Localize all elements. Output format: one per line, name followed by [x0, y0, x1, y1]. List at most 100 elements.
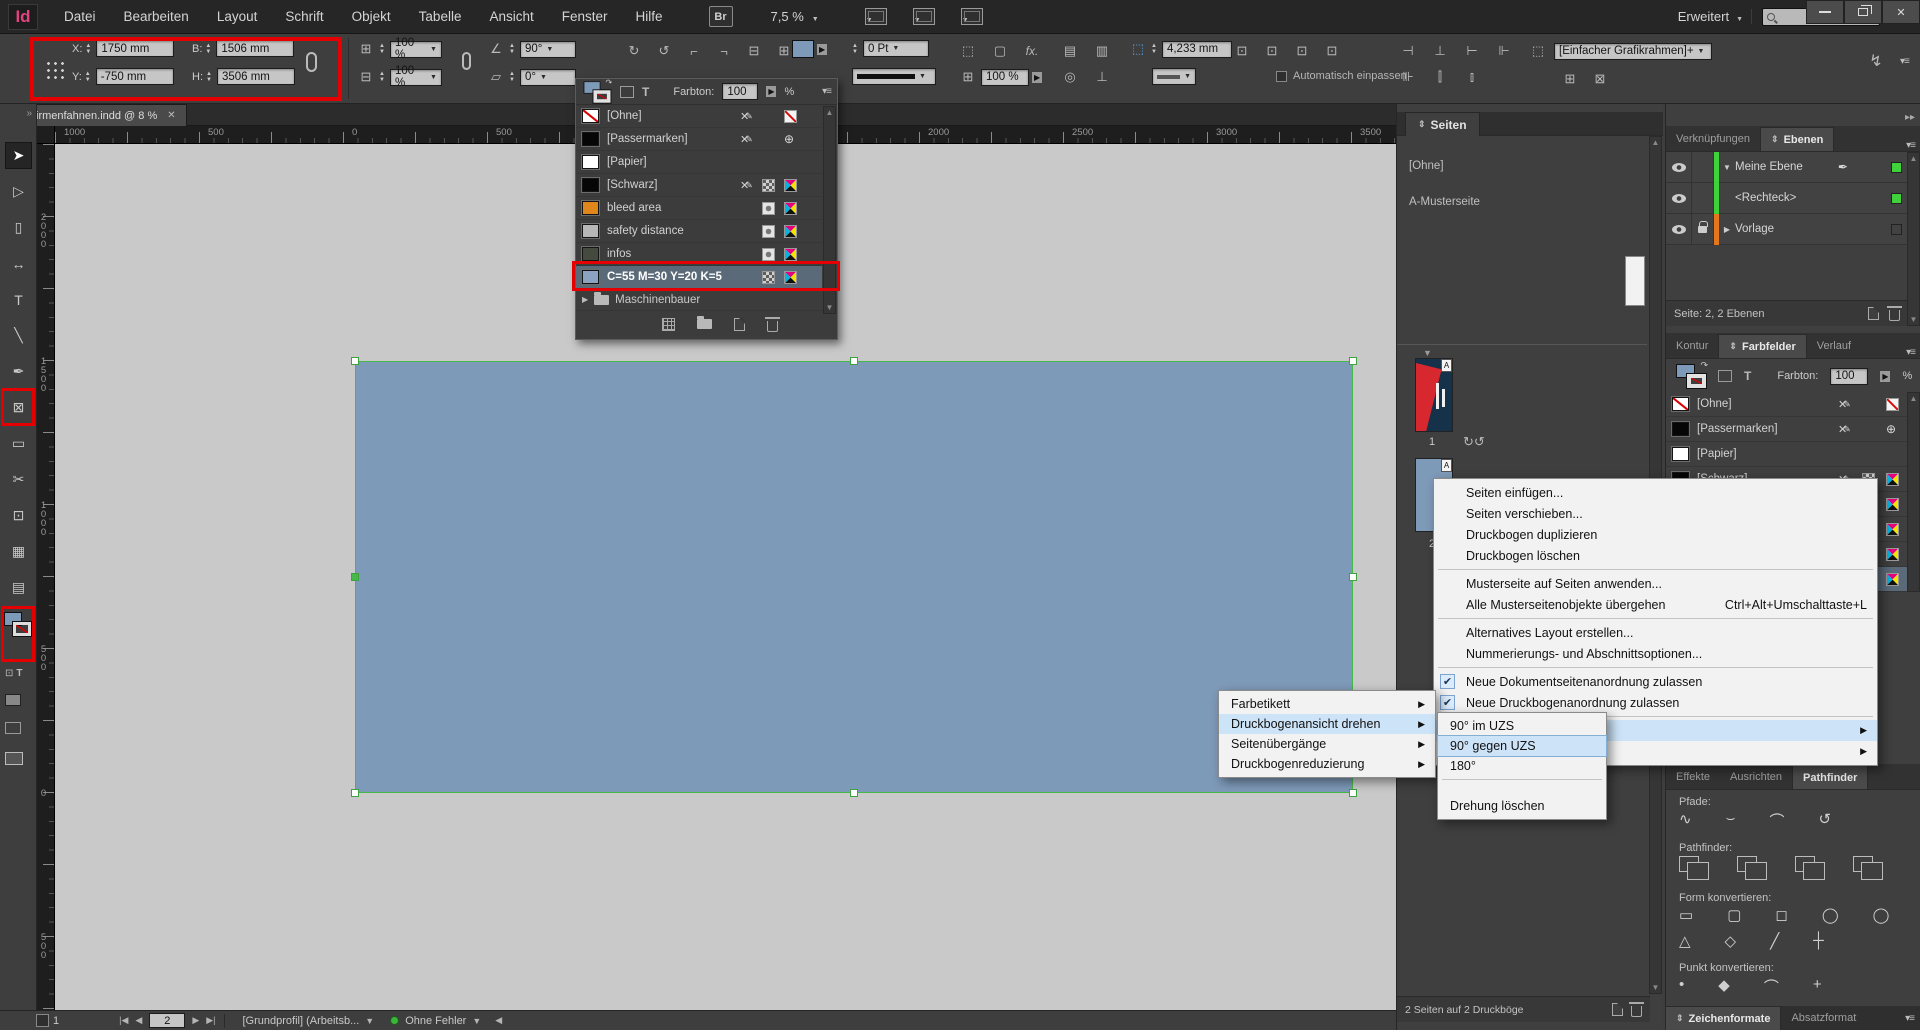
tab-zeichenformate[interactable]: ⇕ Zeichenformate [1665, 1006, 1781, 1030]
scroll-left-icon[interactable]: ◀ [495, 1015, 502, 1026]
scale-x-field[interactable]: 100 % [390, 41, 442, 58]
last-page-button[interactable]: ▶| [206, 1015, 215, 1026]
subtract-shapes-icon[interactable] [1737, 856, 1757, 872]
constrain-proportions-icon[interactable] [306, 52, 317, 72]
formatting-affects-text-icon[interactable]: T [642, 85, 649, 99]
tab-farbfelder[interactable]: ⇕ Farbfelder [1718, 334, 1806, 358]
scroll-up-icon[interactable]: ▲ [824, 108, 835, 117]
corner-shape-dropdown[interactable] [1152, 68, 1196, 85]
tint-arrow-icon[interactable]: ▶ [1880, 371, 1890, 382]
free-transform-tool[interactable]: ⊡ [5, 502, 32, 529]
width-stepper[interactable] [205, 43, 211, 55]
page-tool[interactable]: ▯ [5, 214, 32, 241]
rotation-stepper[interactable] [509, 43, 515, 55]
menu-item[interactable]: 90° im UZS [1438, 716, 1606, 736]
preflight-status-dropdown[interactable]: Ohne Fehler ▼ [390, 1015, 481, 1027]
constrain-scale-icon[interactable] [462, 52, 471, 70]
menu-item[interactable]: Drehung löschen [1438, 796, 1606, 816]
zoom-level-dropdown[interactable]: 7,5 % [771, 9, 819, 24]
text-frame-options-icon[interactable]: ▥ [1092, 42, 1112, 60]
menu-item[interactable]: Farbetikett ▶ [1219, 694, 1435, 714]
quick-apply-icon[interactable]: ↯ [1866, 52, 1886, 70]
gradient-tool[interactable]: ▦ [5, 538, 32, 565]
autofit-checkbox[interactable] [1276, 71, 1287, 82]
tab-absatzformate[interactable]: Absatzformat [1781, 1006, 1866, 1030]
rotation-field[interactable]: 90° [520, 41, 576, 58]
flip-vertical-icon[interactable]: ¬ [714, 42, 734, 60]
selection-handle[interactable] [1349, 357, 1357, 365]
layer-selection-square[interactable] [1891, 224, 1902, 235]
drop-shadow-icon[interactable]: ▢ [990, 42, 1010, 60]
height-field[interactable]: 3506 mm [217, 68, 295, 85]
shear-field[interactable]: 0° [520, 69, 576, 86]
page-number-field[interactable]: 2 [149, 1013, 185, 1028]
selection-handle[interactable] [351, 789, 359, 797]
swap-fill-stroke-icon[interactable]: ↷ [1700, 360, 1708, 371]
stroke-proxy[interactable] [1687, 374, 1706, 388]
new-swatch-icon[interactable] [734, 318, 745, 331]
swap-fill-stroke-icon[interactable]: ↷ [606, 77, 613, 87]
twirl-icon[interactable]: ▶ [1719, 225, 1735, 234]
menu-item[interactable]: ✔ Neue Dokumentseitenanordnung zulassen … [1434, 671, 1877, 692]
first-page-button[interactable]: |◀ [119, 1015, 128, 1026]
stroke-weight-field[interactable]: 0 Pt [863, 40, 929, 57]
shear-stepper[interactable] [509, 71, 515, 83]
convert-ellipse-icon[interactable]: ◯ [1873, 906, 1890, 924]
y-stepper[interactable] [85, 71, 91, 83]
layer-row[interactable]: ▶ Vorlage ✒ [1666, 214, 1908, 245]
delete-layer-icon[interactable] [1889, 310, 1900, 321]
menu-item[interactable]: 180° [1438, 756, 1606, 776]
close-button[interactable]: ✕ [1882, 0, 1920, 24]
formatting-affects-text-icon[interactable]: T [1744, 369, 1751, 383]
next-page-button[interactable]: ▶ [192, 1015, 199, 1026]
tab-verlauf[interactable]: Verlauf [1807, 334, 1861, 358]
select-content-icon[interactable]: ⊞ [774, 42, 794, 60]
wrap-bounding-icon[interactable]: ⊥ [1092, 68, 1112, 86]
menu-item[interactable]: Schrift [273, 2, 335, 31]
menu-item[interactable]: ✔ Alle Musterseitenobjekte übergehen Ctr… [1434, 594, 1877, 615]
preflight-profile-dropdown[interactable]: [Grundprofil] (Arbeitsb... ▼ [243, 1015, 375, 1027]
fill-stroke-indicator[interactable]: ↷ [584, 81, 611, 103]
line-tool[interactable]: ╲ [5, 322, 32, 349]
space-horizontal-icon[interactable]: ⊪ [1398, 68, 1418, 86]
toolbar-fill-stroke-control[interactable] [4, 612, 34, 658]
menu-item[interactable]: Datei [52, 2, 108, 31]
convert-triangle-icon[interactable]: △ [1679, 932, 1691, 950]
layer-name[interactable]: Vorlage [1735, 223, 1774, 235]
tab-verknuepfungen[interactable]: Verknüpfungen [1666, 127, 1760, 151]
ruler-origin-corner[interactable] [37, 126, 55, 144]
pen-tool[interactable]: ✒ [5, 358, 32, 385]
tab-pathfinder[interactable]: Pathfinder [1792, 765, 1868, 789]
twirl-icon[interactable]: ▼ [1719, 163, 1735, 172]
opacity-field[interactable]: 100 % [981, 69, 1029, 86]
menu-item[interactable]: Ansicht [477, 2, 545, 31]
swatch-folder-row[interactable]: ▶ Maschinenbauer [576, 289, 837, 311]
corner-point-icon[interactable]: ◆ [1718, 976, 1730, 997]
menu-item[interactable]: Bearbeiten [112, 2, 201, 31]
layer-name[interactable]: <Rechteck> [1735, 192, 1796, 204]
formatting-affects-container-icon[interactable] [620, 86, 634, 98]
paragraph-composer-icon[interactable]: ▤ [1060, 42, 1080, 60]
layer-row[interactable]: <Rechteck> ✒ [1666, 183, 1908, 214]
scroll-down-icon[interactable]: ▼ [1650, 983, 1661, 992]
menu-item[interactable]: 90° gegen UZS [1438, 736, 1606, 756]
dropdown-scrollbar[interactable]: ▲ ▼ [823, 106, 836, 314]
effects-button[interactable]: fx. [1022, 42, 1042, 60]
bottom-tabs-menu-icon[interactable]: ▾≡ [1905, 1013, 1920, 1030]
formatting-affects-icons[interactable]: ⊡T [5, 668, 23, 679]
convert-polygon-icon[interactable]: ◇ [1725, 932, 1737, 950]
selected-rectangle[interactable] [355, 361, 1353, 793]
visibility-cell[interactable] [1666, 183, 1692, 214]
close-path-icon[interactable]: ⌒ [1769, 810, 1784, 831]
vertical-ruler[interactable]: 2000150010005000500 [37, 144, 55, 1010]
reference-point-selector[interactable] [44, 59, 64, 79]
document-tab[interactable]: *Firmenfahnen.indd @ 8 % ✕ [14, 104, 187, 126]
layer-selection-square[interactable] [1891, 193, 1902, 204]
exclude-overlap-icon[interactable] [1853, 856, 1873, 872]
tab-seiten[interactable]: ⇕ Seiten [1405, 112, 1480, 136]
minimize-button[interactable] [1806, 0, 1844, 24]
dropdown-menu-icon[interactable]: ▾≡ [822, 86, 831, 97]
layer-selection-square[interactable] [1891, 162, 1902, 173]
menu-item[interactable]: ✔ ▶ [1434, 566, 1877, 573]
join-path-icon[interactable]: ∿ [1679, 810, 1692, 831]
